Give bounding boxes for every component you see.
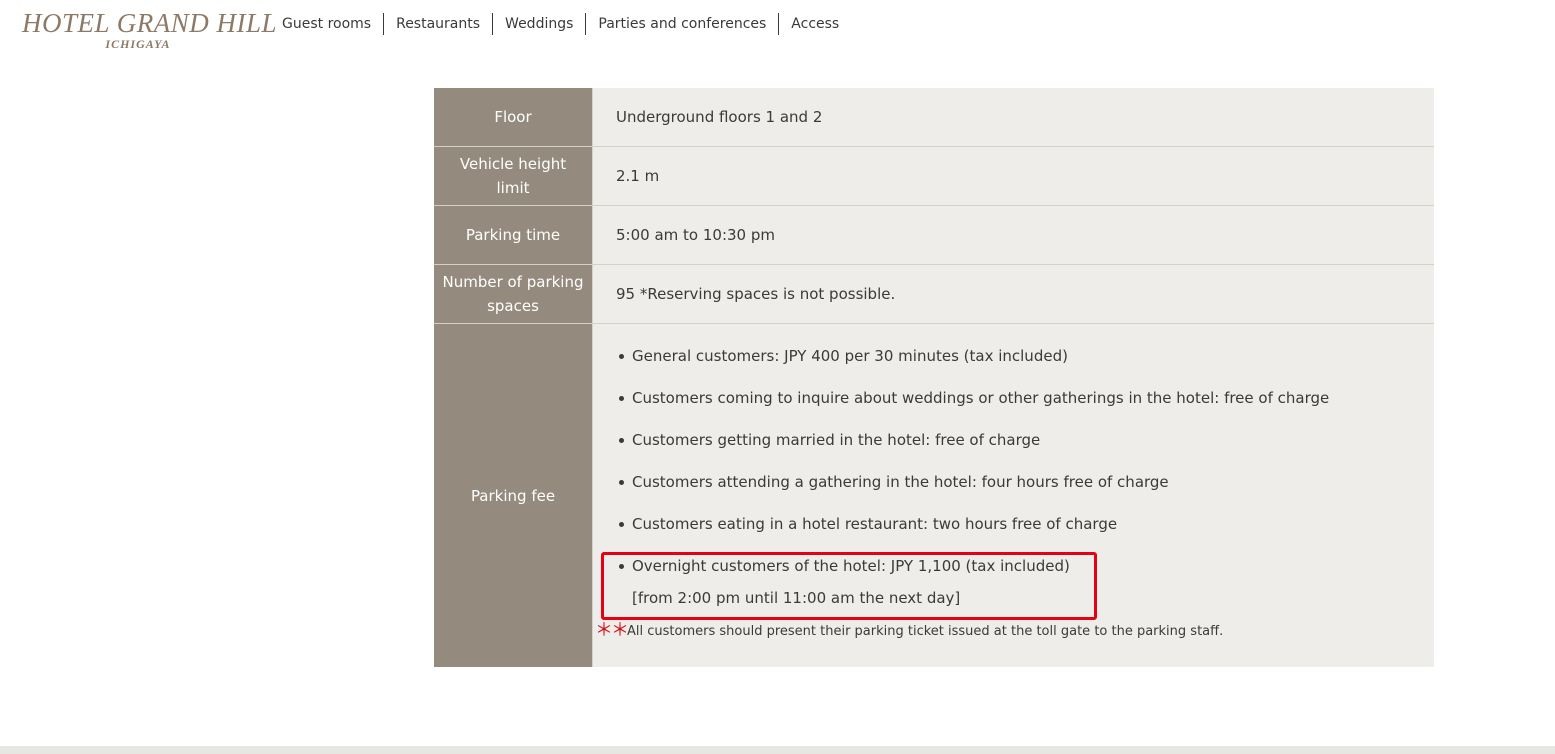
site-header: HOTEL GRAND HILL ICHIGAYA Guest rooms Re… xyxy=(0,0,1555,60)
table-row: Floor Underground floors 1 and 2 xyxy=(434,88,1434,147)
table-row: Number of parking spaces 95 *Reserving s… xyxy=(434,265,1434,324)
logo-main-text: HOTEL GRAND HILL xyxy=(22,8,278,38)
nav-parties-conferences[interactable]: Parties and conferences xyxy=(585,13,778,35)
fee-list: General customers: JPY 400 per 30 minute… xyxy=(618,344,1329,610)
list-item-overnight: Overnight customers of the hotel: JPY 1,… xyxy=(618,554,1329,610)
row-value-height-limit: 2.1 m xyxy=(593,147,1434,205)
parking-info-table: Floor Underground floors 1 and 2 Vehicle… xyxy=(434,88,1434,667)
list-item: General customers: JPY 400 per 30 minute… xyxy=(618,344,1329,368)
hotel-logo[interactable]: HOTEL GRAND HILL ICHIGAYA xyxy=(22,8,278,54)
row-value-parking-fee: General customers: JPY 400 per 30 minute… xyxy=(593,324,1434,667)
note-text: All customers should present their parki… xyxy=(627,623,1224,639)
row-value-floor: Underground floors 1 and 2 xyxy=(593,88,1434,146)
note-asterisk-mark: ＊＊ xyxy=(595,620,629,641)
nav-weddings[interactable]: Weddings xyxy=(492,13,585,35)
nav-access[interactable]: Access xyxy=(778,13,851,35)
main-nav: Guest rooms Restaurants Weddings Parties… xyxy=(270,13,851,35)
row-label-floor: Floor xyxy=(434,88,593,146)
row-label-parking-time: Parking time xyxy=(434,206,593,264)
table-row: Parking time 5:00 am to 10:30 pm xyxy=(434,206,1434,265)
footer-bar xyxy=(0,746,1555,754)
parking-ticket-note: ＊＊ All customers should present their pa… xyxy=(595,622,1223,640)
table-row: Vehicle height limit 2.1 m xyxy=(434,147,1434,206)
list-item: Customers eating in a hotel restaurant: … xyxy=(618,512,1329,536)
list-item: Customers coming to inquire about weddin… xyxy=(618,386,1329,410)
row-label-height-limit: Vehicle height limit xyxy=(434,147,593,205)
row-value-parking-time: 5:00 am to 10:30 pm xyxy=(593,206,1434,264)
table-row: Parking fee General customers: JPY 400 p… xyxy=(434,324,1434,667)
logo-sub-text: ICHIGAYA xyxy=(105,37,171,51)
overnight-fee-text: Overnight customers of the hotel: JPY 1,… xyxy=(632,557,1070,575)
nav-guest-rooms[interactable]: Guest rooms xyxy=(270,13,383,35)
row-value-parking-spaces: 95 *Reserving spaces is not possible. xyxy=(593,265,1434,323)
overnight-hours-text: [from 2:00 pm until 11:00 am the next da… xyxy=(632,589,961,607)
list-item: Customers getting married in the hotel: … xyxy=(618,428,1329,452)
row-label-parking-fee: Parking fee xyxy=(434,324,593,667)
nav-restaurants[interactable]: Restaurants xyxy=(383,13,492,35)
list-item: Customers attending a gathering in the h… xyxy=(618,470,1329,494)
row-label-parking-spaces: Number of parking spaces xyxy=(434,265,593,323)
